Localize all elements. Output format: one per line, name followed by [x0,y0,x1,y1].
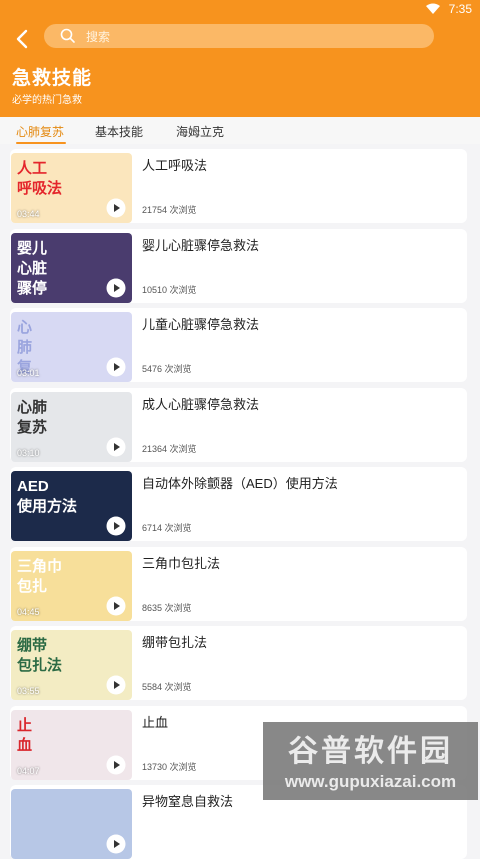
list-item[interactable]: 绷带 包扎法 03:55 绷带包扎法 5584 次浏览 [10,626,467,700]
video-duration: 04:07 [17,765,40,776]
video-duration: 03:01 [17,368,40,378]
page-title: 急救技能 [12,68,93,89]
video-title: 人工呼吸法 [142,158,208,173]
video-duration: 03:55 [17,686,40,696]
category-tabs: 心肺复苏 基本技能 海姆立克 [0,117,480,144]
status-time: 7:35 [448,2,472,16]
thumbnail-caption: AED 使用方法 [17,478,78,515]
video-title: 婴儿心脏骤停急救法 [142,237,260,253]
list-item[interactable]: 婴儿 心脏 骤停 婴儿心脏骤停急救法 10510 次浏览 [10,228,467,303]
video-title: 儿童心脏骤停急救法 [142,317,260,332]
tab-basic-skills[interactable]: 基本技能 [95,123,143,140]
video-duration: 03:10 [17,447,40,458]
video-thumbnail[interactable]: 婴儿 心脏 骤停 [11,232,132,303]
play-icon[interactable] [106,278,126,298]
view-count: 6714 次浏览 [142,523,192,533]
video-title: 异物窒息自救法 [142,794,234,809]
play-icon[interactable] [106,675,126,695]
status-bar: 7:35 [0,0,480,18]
tab-heimlich[interactable]: 海姆立克 [176,123,224,140]
video-thumbnail[interactable]: 止 血 04:07 [11,709,132,780]
video-title: 三角巾包扎法 [142,555,221,571]
back-button[interactable] [10,26,36,52]
tab-cpr[interactable]: 心肺复苏 [16,123,64,140]
play-icon[interactable] [106,198,126,218]
thumbnail-caption: 婴儿 心脏 骤停 [17,239,48,297]
thumbnail-caption: 止 血 [17,716,33,754]
header: 急救技能 必学的热门急救 [0,18,480,117]
thumbnail-caption: 心肺 复苏 [17,398,48,436]
page-subtitle: 必学的热门急救 [12,95,82,106]
wifi-icon [426,3,440,17]
view-count: 10510 次浏览 [142,284,197,295]
video-thumbnail[interactable]: 人工 呼吸法 03:44 [11,153,132,223]
list-item[interactable]: 心肺 复苏 03:10 成人心脏骤停急救法 21364 次浏览 [10,387,467,462]
search-bar[interactable] [44,24,434,48]
video-duration: 04:45 [17,606,40,617]
view-count: 5584 次浏览 [142,682,192,692]
video-thumbnail[interactable]: 心肺 复苏 03:10 [11,391,132,462]
video-title: 成人心脏骤停急救法 [142,396,260,412]
search-input[interactable] [84,26,418,48]
view-count: 21754 次浏览 [142,205,197,215]
play-icon[interactable] [106,755,126,775]
play-icon[interactable] [106,516,126,536]
watermark-title: 谷普软件园 [288,735,453,768]
video-thumbnail[interactable]: 心 肺 复 03:01 [11,312,132,382]
video-thumbnail[interactable]: AED 使用方法 [11,471,132,541]
view-count: 13730 次浏览 [142,761,197,772]
watermark: 谷普软件园 www.gupuxiazai.com [263,722,478,800]
list-item[interactable]: 三角巾 包扎 04:45 三角巾包扎法 8635 次浏览 [10,546,467,621]
view-count: 8635 次浏览 [142,602,192,613]
video-thumbnail[interactable]: 三角巾 包扎 04:45 [11,550,132,621]
play-icon[interactable] [106,357,126,377]
view-count: 5476 次浏览 [142,364,192,374]
play-icon[interactable] [106,834,126,854]
video-title: 止血 [142,714,169,730]
video-title: 自动体外除颤器（AED）使用方法 [142,476,338,491]
view-count: 21364 次浏览 [142,443,197,454]
video-title: 绷带包扎法 [142,635,208,650]
thumbnail-caption: 人工 呼吸法 [17,160,63,197]
search-icon [60,28,76,49]
watermark-url: www.gupuxiazai.com [284,772,457,791]
list-item[interactable]: AED 使用方法 自动体外除颤器（AED）使用方法 6714 次浏览 [10,467,467,541]
back-arrow-icon [16,29,28,49]
video-thumbnail[interactable]: 绷带 包扎法 03:55 [11,630,132,700]
active-tab-indicator [16,142,66,144]
video-duration: 03:44 [17,209,40,219]
list-item[interactable]: 人工 呼吸法 03:44 人工呼吸法 21754 次浏览 [10,149,467,223]
list-item[interactable]: 心 肺 复 03:01 儿童心脏骤停急救法 5476 次浏览 [10,308,467,382]
play-icon[interactable] [106,437,126,457]
thumbnail-caption: 三角巾 包扎 [17,557,63,595]
thumbnail-caption: 绷带 包扎法 [17,637,63,674]
play-icon[interactable] [106,596,126,616]
